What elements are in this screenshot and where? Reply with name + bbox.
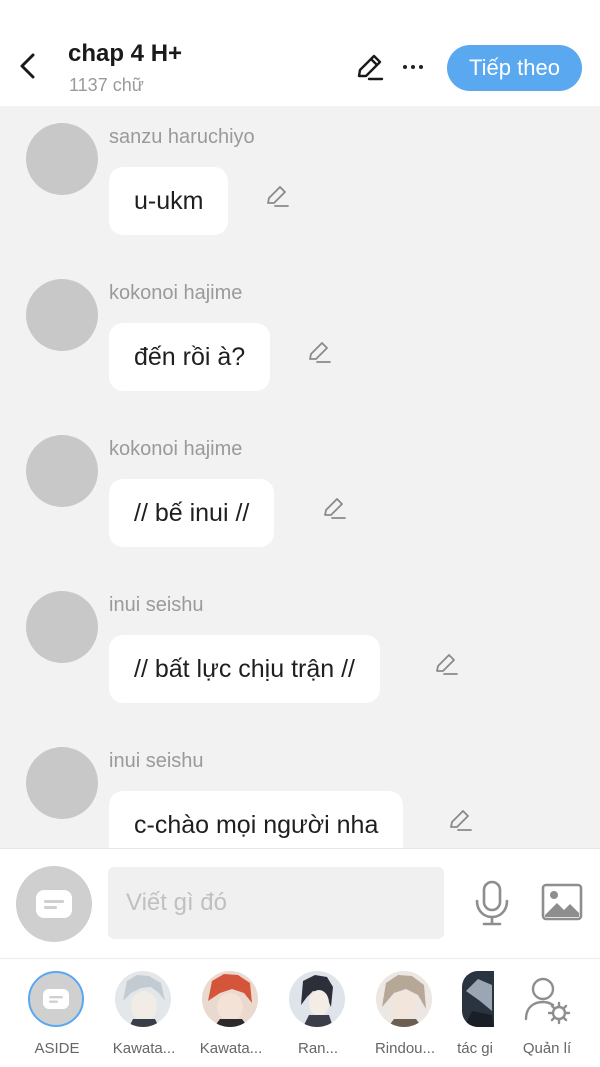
message-bubble[interactable]: // bế inui // xyxy=(109,479,275,547)
message-bubble[interactable]: u-ukm xyxy=(109,167,229,235)
more-dot xyxy=(411,65,415,69)
chat-bubble-icon xyxy=(36,890,72,918)
character-label: Kawata... xyxy=(112,1040,176,1057)
chat-bubble-icon xyxy=(43,989,69,1009)
pencil-icon[interactable] xyxy=(306,339,332,365)
avatar[interactable] xyxy=(26,435,98,507)
avatar xyxy=(115,971,171,1027)
back-button[interactable] xyxy=(12,48,44,84)
image-icon[interactable] xyxy=(541,882,583,922)
character-portrait xyxy=(115,971,171,1027)
chapter-title: chap 4 H+ xyxy=(68,40,183,67)
aside-toggle-button[interactable] xyxy=(16,866,92,942)
pencil-icon[interactable] xyxy=(447,807,473,833)
avatar[interactable] xyxy=(26,747,98,819)
word-count: 1137 chữ xyxy=(69,75,144,95)
character-aside[interactable]: ASIDE xyxy=(14,971,100,1061)
user-gear-icon xyxy=(524,977,571,1025)
pencil-icon[interactable] xyxy=(264,183,290,209)
more-dot xyxy=(419,65,423,69)
pencil-icon[interactable] xyxy=(433,651,459,677)
message-composer xyxy=(0,848,600,958)
avatar[interactable] xyxy=(26,279,98,351)
avatar[interactable] xyxy=(26,123,98,195)
character-bar: ASIDE Kawata... Kawata... Ran... Rindou.… xyxy=(0,958,600,1067)
aside-avatar xyxy=(28,971,84,1027)
chevron-left-icon xyxy=(20,53,35,79)
character-label: Quản lí xyxy=(522,1040,572,1057)
user-settings-icon xyxy=(518,971,574,1027)
sender-name: inui seishu xyxy=(109,750,204,772)
manage-characters-button[interactable]: Quản lí xyxy=(504,971,590,1061)
character-kawata-2[interactable]: Kawata... xyxy=(188,971,274,1061)
more-dots-icon xyxy=(403,65,407,69)
more-options-button[interactable] xyxy=(398,52,428,82)
character-label: ASIDE xyxy=(34,1040,80,1057)
character-label: Kawata... xyxy=(199,1040,263,1057)
character-ran[interactable]: Ran... xyxy=(275,971,361,1061)
microphone-icon[interactable] xyxy=(472,879,512,927)
avatar xyxy=(462,971,494,1027)
character-portrait xyxy=(202,971,258,1027)
message-bubble[interactable]: đến rồi à? xyxy=(109,323,271,391)
pencil-icon[interactable] xyxy=(321,495,347,521)
sender-name: kokonoi hajime xyxy=(109,282,243,304)
avatar[interactable] xyxy=(26,591,98,663)
next-button[interactable]: Tiếp theo xyxy=(447,45,582,91)
character-portrait xyxy=(289,971,345,1027)
sender-name: kokonoi hajime xyxy=(109,438,243,460)
character-kawata-1[interactable]: Kawata... xyxy=(101,971,187,1061)
character-portrait xyxy=(462,971,494,1027)
character-portrait xyxy=(376,971,432,1027)
sender-name: sanzu haruchiyo xyxy=(109,126,255,148)
character-label: Ran... xyxy=(297,1040,339,1057)
message-bubble[interactable]: // bất lực chịu trận // xyxy=(109,635,380,703)
edit-title-button[interactable] xyxy=(353,51,385,83)
pencil-icon xyxy=(357,54,384,81)
sender-name: inui seishu xyxy=(109,594,204,616)
avatar xyxy=(376,971,432,1027)
top-bar: chap 4 H+ 1137 chữ Tiếp theo xyxy=(0,0,600,106)
avatar xyxy=(289,971,345,1027)
message-input[interactable] xyxy=(108,867,444,939)
avatar xyxy=(202,971,258,1027)
